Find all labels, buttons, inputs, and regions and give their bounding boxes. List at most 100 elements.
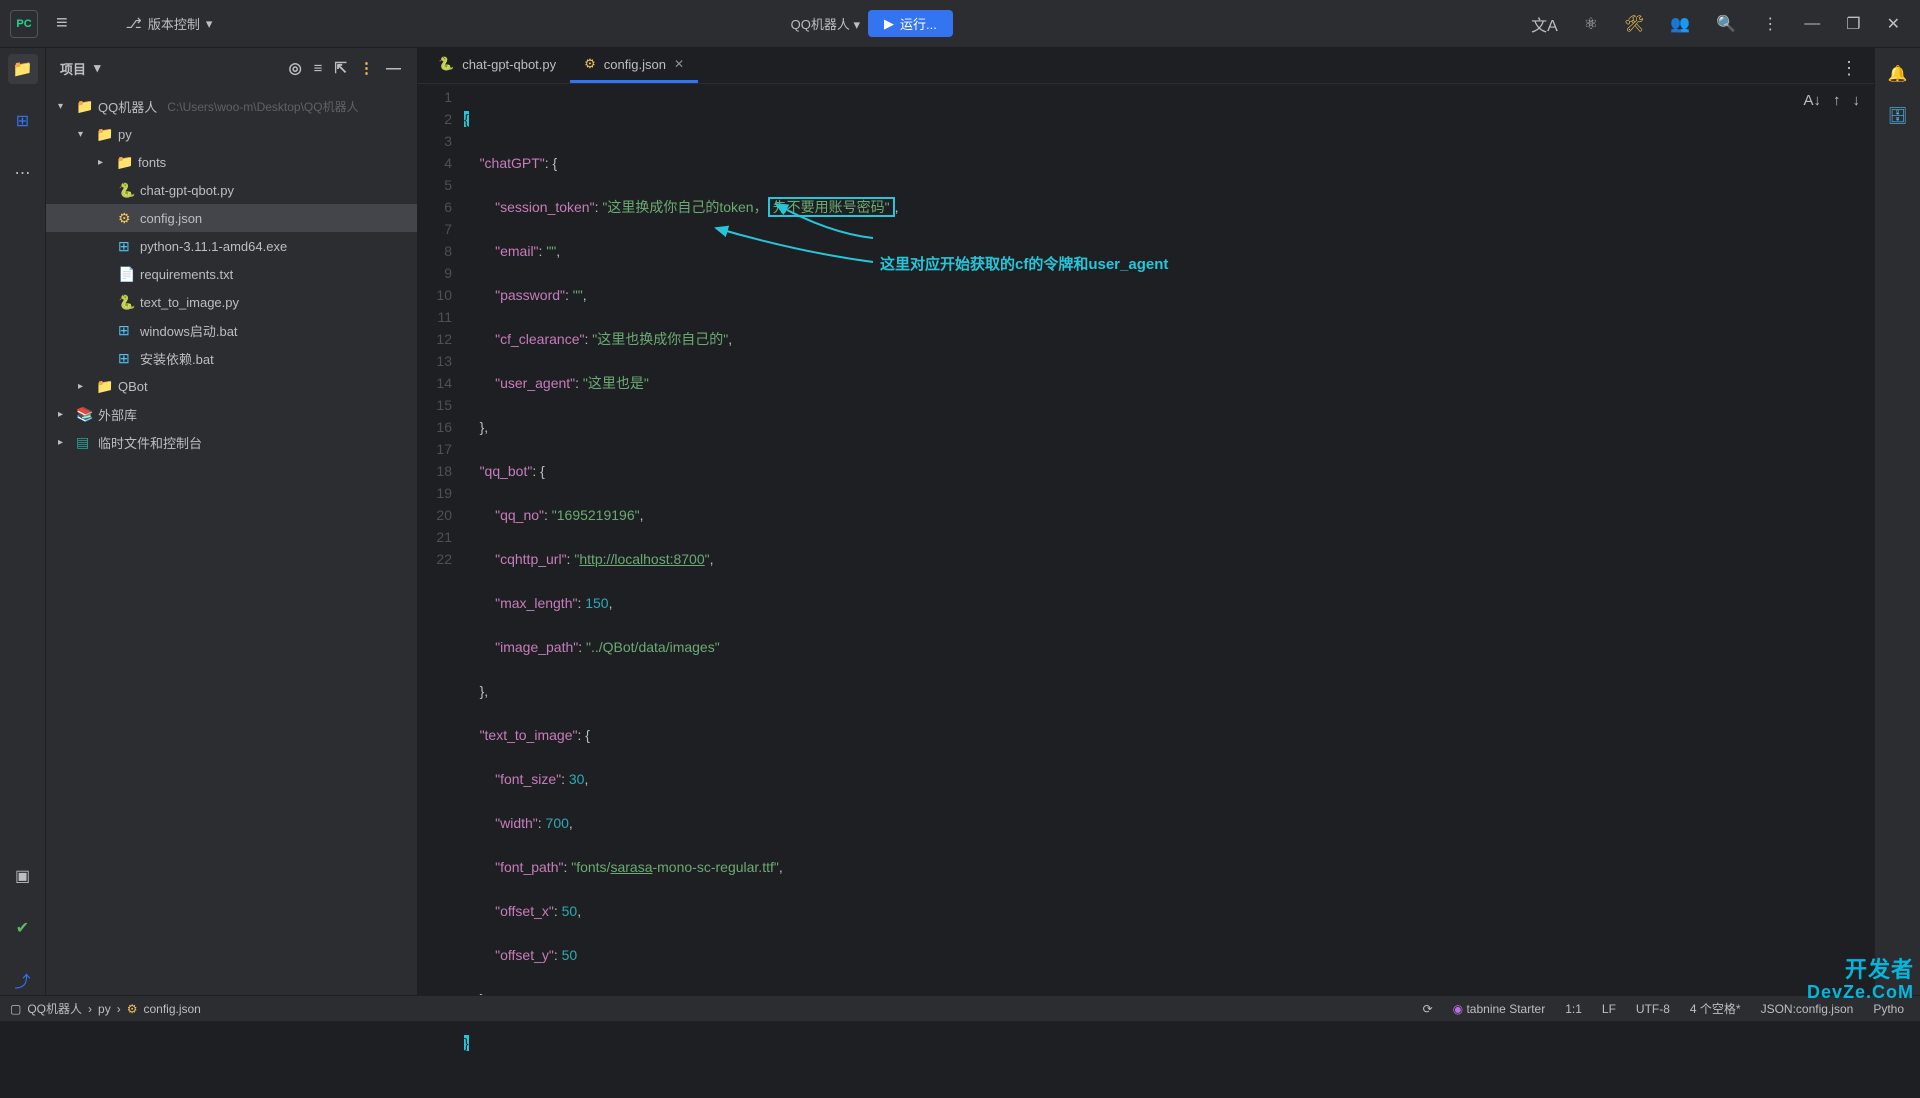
more-tool-icon[interactable]: ⋯ [8,158,38,188]
kebab-icon[interactable]: ⋮ [357,57,376,79]
tree-file-winbat[interactable]: ⊞ windows启动.bat [46,316,417,344]
structure-tool-icon[interactable]: ⊞ [8,106,38,136]
project-label: QQ机器人 [791,17,850,32]
run-label: 运行... [900,14,937,33]
tabnine-status[interactable]: ◉ tabnine Starter [1447,1002,1552,1016]
tree-py-folder[interactable]: ▾ 📁 py [46,120,417,148]
scratch-icon: ▤ [76,434,94,451]
vcs-dropdown[interactable]: ⎇ 版本控制 ▾ [126,14,213,33]
tree-root[interactable]: ▾ 📁 QQ机器人 C:\Users\woo-m\Desktop\QQ机器人 [46,92,417,120]
topbar: PC ≡ ⎇ 版本控制 ▾ QQ机器人 ▾ ▶ 运行... 文A ⚛ 🛠 👥 🔍… [0,0,1920,48]
tools-icon[interactable]: 🛠 [1624,14,1644,34]
python-file-icon: 🐍 [438,56,454,72]
expand-icon[interactable]: ≡ [312,58,325,79]
kebab-icon[interactable]: ⋮ [1762,14,1778,34]
restore-icon[interactable]: ❐ [1846,14,1860,34]
tree-label: windows启动.bat [140,321,238,340]
minimize-icon[interactable]: — [1804,15,1820,33]
translate-icon[interactable]: 文A [1531,12,1558,36]
nav-down-icon[interactable]: ↓ [1853,90,1861,112]
tree-file-pyexe[interactable]: ⊞ python-3.11.1-amd64.exe [46,232,417,260]
branch-icon: ⎇ [126,15,142,32]
code-content[interactable]: { "chatGPT": { "session_token": "这里换成你自己… [464,84,1874,1098]
font-folder-icon: 📁 [116,154,134,171]
atom-icon[interactable]: ⚛ [1584,14,1598,34]
editor-tabs: 🐍 chat-gpt-qbot.py ⚙ config.json ✕ ⋮ [418,48,1874,84]
tree-label: fonts [138,155,166,170]
project-sidebar: 项目 ▾ ◎ ≡ ⇱ ⋮ — ▾ 📁 QQ机器人 C:\Users\woo-m\… [46,48,418,995]
python-folder-icon: 📁 [96,126,114,143]
tree-label: 外部库 [98,405,137,424]
line-separator[interactable]: LF [1596,1002,1622,1016]
project-dropdown[interactable]: QQ机器人 ▾ [791,14,860,33]
notifications-icon[interactable]: 🔔 [1888,64,1908,84]
windows-file-icon: ⊞ [118,238,136,255]
tree-label: QBot [118,379,148,394]
module-icon: ▢ [10,1002,21,1016]
sort-az-icon[interactable]: A↓ [1803,90,1821,112]
search-icon[interactable]: 🔍 [1716,14,1736,34]
code-editor[interactable]: 12345678910111213141516171819202122 { "c… [418,84,1874,1098]
tree-label: chat-gpt-qbot.py [140,183,234,198]
sidebar-title: 项目 [60,59,86,78]
python-file-icon: 🐍 [118,294,136,311]
json-file-icon: ⚙ [127,1002,138,1016]
play-icon: ▶ [884,16,894,32]
check-tool-icon[interactable]: ✔ [8,913,38,943]
users-icon[interactable]: 👥 [1670,14,1690,34]
windows-file-icon: ⊞ [118,350,136,367]
windows-file-icon: ⊞ [118,322,136,339]
tree-label: py [118,127,132,142]
run-button[interactable]: ▶ 运行... [868,10,953,37]
editor-area: 🐍 chat-gpt-qbot.py ⚙ config.json ✕ ⋮ 123… [418,48,1874,995]
tree-label: 临时文件和控制台 [98,433,202,452]
collapse-icon[interactable]: ⇱ [332,57,349,79]
terminal-tool-icon[interactable]: ▣ [8,861,38,891]
python-file-icon: 🐍 [118,182,136,199]
sidebar-header: 项目 ▾ ◎ ≡ ⇱ ⋮ — [46,48,417,88]
crumb-item: config.json [143,1002,200,1016]
tree-file-config[interactable]: ⚙ config.json [46,204,417,232]
tree-label: config.json [140,211,202,226]
indent-setting[interactable]: 4 个空格* [1684,1000,1747,1017]
close-tab-icon[interactable]: ✕ [674,57,684,71]
tabs-options-icon[interactable]: ⋮ [1840,58,1858,79]
folder-icon: 📁 [96,378,114,395]
tree-file-req[interactable]: 📄 requirements.txt [46,260,417,288]
tree-file-tti[interactable]: 🐍 text_to_image.py [46,288,417,316]
tree-label: QQ机器人 [98,97,157,116]
hamburger-menu-icon[interactable]: ≡ [48,8,76,39]
chevron-down-icon: ▾ [853,17,860,32]
target-icon[interactable]: ◎ [287,57,304,79]
tab-config-json[interactable]: ⚙ config.json ✕ [570,48,698,83]
tree-scratches[interactable]: ▸ ▤ 临时文件和控制台 [46,428,417,456]
tree-qbot-folder[interactable]: ▸ 📁 QBot [46,372,417,400]
tree-file-chat[interactable]: 🐍 chat-gpt-qbot.py [46,176,417,204]
project-tool-icon[interactable]: 📁 [8,54,38,84]
tree-label: python-3.11.1-amd64.exe [140,239,287,254]
tree-label: 安装依赖.bat [140,349,214,368]
database-icon[interactable]: 🗄 [1887,106,1907,126]
tree-file-depbat[interactable]: ⊞ 安装依赖.bat [46,344,417,372]
python-interpreter[interactable]: Pytho [1867,1002,1910,1016]
tree-fonts-folder[interactable]: ▸ 📁 fonts [46,148,417,176]
right-toolbar: 🔔 🗄 [1874,48,1920,995]
breadcrumb[interactable]: ▢ QQ机器人 › py › ⚙ config.json [10,1000,201,1017]
tree-external-libs[interactable]: ▸ 📚 外部库 [46,400,417,428]
close-icon[interactable]: ✕ [1887,14,1900,34]
ide-logo: PC [10,10,38,38]
chevron-down-icon[interactable]: ▾ [94,60,101,76]
hide-icon[interactable]: — [384,58,403,79]
nav-up-icon[interactable]: ↑ [1833,90,1841,112]
file-type[interactable]: JSON:config.json [1755,1002,1860,1016]
text-file-icon: 📄 [118,266,136,283]
folder-icon: 📁 [76,98,94,115]
file-encoding[interactable]: UTF-8 [1630,1002,1676,1016]
vcs-label: 版本控制 [148,14,200,33]
left-toolbar: 📁 ⊞ ⋯ ▣ ✔ ⤴ [0,48,46,995]
git-tool-icon[interactable]: ⤴ [8,965,38,995]
tab-label: chat-gpt-qbot.py [462,57,556,72]
tab-chat-gpt-qbot[interactable]: 🐍 chat-gpt-qbot.py [424,48,570,83]
line-gutter: 12345678910111213141516171819202122 [418,84,464,1098]
cursor-position[interactable]: 1:1 [1559,1002,1588,1016]
